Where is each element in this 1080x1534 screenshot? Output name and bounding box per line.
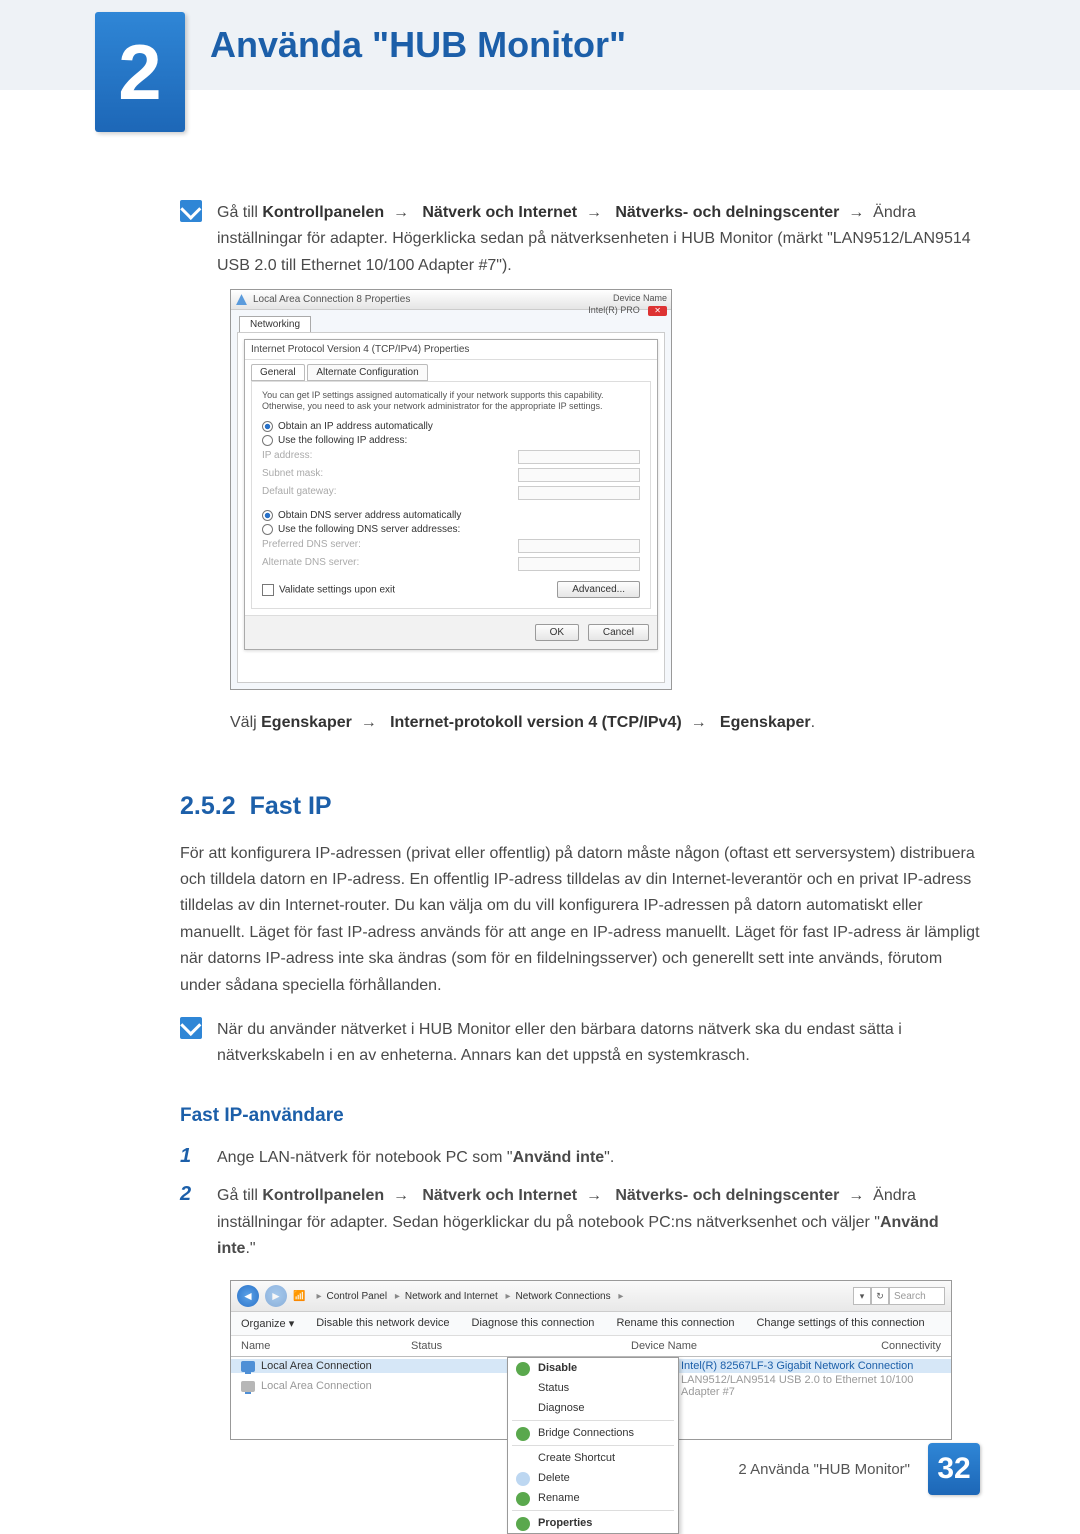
ok-button[interactable]: OK xyxy=(535,624,579,641)
step-text: Ange LAN-nätverk för notebook PC som "An… xyxy=(217,1145,614,1171)
input-alternate-dns[interactable] xyxy=(518,557,640,571)
label-alternate-dns: Alternate DNS server: xyxy=(262,557,359,571)
menu-item-bridge[interactable]: Bridge Connections xyxy=(508,1423,678,1443)
menu-item-delete[interactable]: Delete xyxy=(508,1468,678,1488)
rename-connection-button[interactable]: Rename this connection xyxy=(616,1317,734,1330)
menu-item-shortcut[interactable]: Create Shortcut xyxy=(508,1448,678,1468)
search-input[interactable]: Search xyxy=(889,1287,945,1305)
diagnose-connection-button[interactable]: Diagnose this connection xyxy=(472,1317,595,1330)
network-icon xyxy=(241,1361,255,1372)
section-paragraph: För att konfigurera IP-adressen (privat … xyxy=(180,841,980,999)
note-icon xyxy=(180,200,202,222)
network-icon xyxy=(241,1381,255,1392)
chapter-number-badge: 2 xyxy=(95,12,185,132)
tab-general[interactable]: General xyxy=(251,364,305,381)
input-subnet-mask[interactable] xyxy=(518,468,640,482)
note-text-1: Gå till Kontrollpanelen → Nätverk och In… xyxy=(217,200,980,279)
advanced-button[interactable]: Advanced... xyxy=(557,581,640,598)
menu-item-rename[interactable]: Rename xyxy=(508,1488,678,1508)
col-connectivity[interactable]: Connectivity xyxy=(841,1340,941,1352)
radio-auto-ip[interactable]: Obtain an IP address automatically xyxy=(262,421,640,432)
back-button[interactable]: ◄ xyxy=(237,1285,259,1307)
col-name[interactable]: Name xyxy=(241,1340,411,1352)
disable-device-button[interactable]: Disable this network device xyxy=(316,1317,449,1330)
subsection-heading: Fast IP-användare xyxy=(180,1105,980,1127)
page-number-badge: 32 xyxy=(928,1443,980,1495)
screenshot-network-connections: ◄ ► 📶 ▸Control Panel ▸Network and Intern… xyxy=(230,1280,952,1440)
screenshot-ipv4-properties: Local Area Connection 8 Properties Devic… xyxy=(230,289,672,690)
label-subnet-mask: Subnet mask: xyxy=(262,468,323,482)
col-device-name[interactable]: Device Name xyxy=(631,1340,841,1352)
label-ip-address: IP address: xyxy=(262,450,312,464)
checkbox-validate[interactable] xyxy=(262,584,274,596)
col-status[interactable]: Status xyxy=(411,1340,591,1352)
dialog-blurb: You can get IP settings assigned automat… xyxy=(262,390,640,413)
tab-alternate-configuration[interactable]: Alternate Configuration xyxy=(307,364,427,381)
radio-use-dns[interactable]: Use the following DNS server addresses: xyxy=(262,524,640,535)
close-icon[interactable]: ✕ xyxy=(648,306,667,316)
step-text: Gå till Kontrollpanelen → Nätverk och In… xyxy=(217,1183,980,1262)
menu-item-disable[interactable]: Disable xyxy=(508,1358,678,1378)
step-number: 2 xyxy=(180,1183,202,1262)
forward-button[interactable]: ► xyxy=(265,1285,287,1307)
menu-item-properties[interactable]: Properties xyxy=(508,1513,678,1533)
label-preferred-dns: Preferred DNS server: xyxy=(262,539,361,553)
dialog-title: Local Area Connection 8 Properties Devic… xyxy=(231,290,671,310)
refresh-button[interactable]: ↻ xyxy=(871,1287,889,1305)
chapter-title: Använda "HUB Monitor" xyxy=(210,24,626,66)
menu-item-diagnose[interactable]: Diagnose xyxy=(508,1398,678,1418)
instruction-line: Välj Egenskaper → Internet-protokoll ver… xyxy=(230,710,980,736)
input-ip-address[interactable] xyxy=(518,450,640,464)
breadcrumb[interactable]: ▸Control Panel ▸Network and Internet ▸Ne… xyxy=(311,1291,628,1302)
step-number: 1 xyxy=(180,1145,202,1171)
inner-dialog-title: Internet Protocol Version 4 (TCP/IPv4) P… xyxy=(245,340,657,360)
radio-auto-dns[interactable]: Obtain DNS server address automatically xyxy=(262,510,640,521)
cancel-button[interactable]: Cancel xyxy=(588,624,649,641)
organize-menu[interactable]: Organize ▾ xyxy=(241,1317,294,1330)
footer-chapter-label: 2 Använda "HUB Monitor" xyxy=(738,1461,910,1478)
history-dropdown[interactable]: ▾ xyxy=(853,1287,871,1305)
menu-item-status[interactable]: Status xyxy=(508,1378,678,1398)
input-default-gateway[interactable] xyxy=(518,486,640,500)
input-preferred-dns[interactable] xyxy=(518,539,640,553)
note-icon xyxy=(180,1017,202,1039)
radio-use-ip[interactable]: Use the following IP address: xyxy=(262,435,640,446)
label-default-gateway: Default gateway: xyxy=(262,486,337,500)
change-settings-button[interactable]: Change settings of this connection xyxy=(756,1317,924,1330)
tab-networking[interactable]: Networking xyxy=(239,316,311,332)
context-menu: Disable Status Diagnose Bridge Connectio… xyxy=(507,1357,679,1534)
section-heading: 2.5.2Fast IP xyxy=(180,792,980,821)
note-text-2: När du använder nätverket i HUB Monitor … xyxy=(217,1017,980,1070)
